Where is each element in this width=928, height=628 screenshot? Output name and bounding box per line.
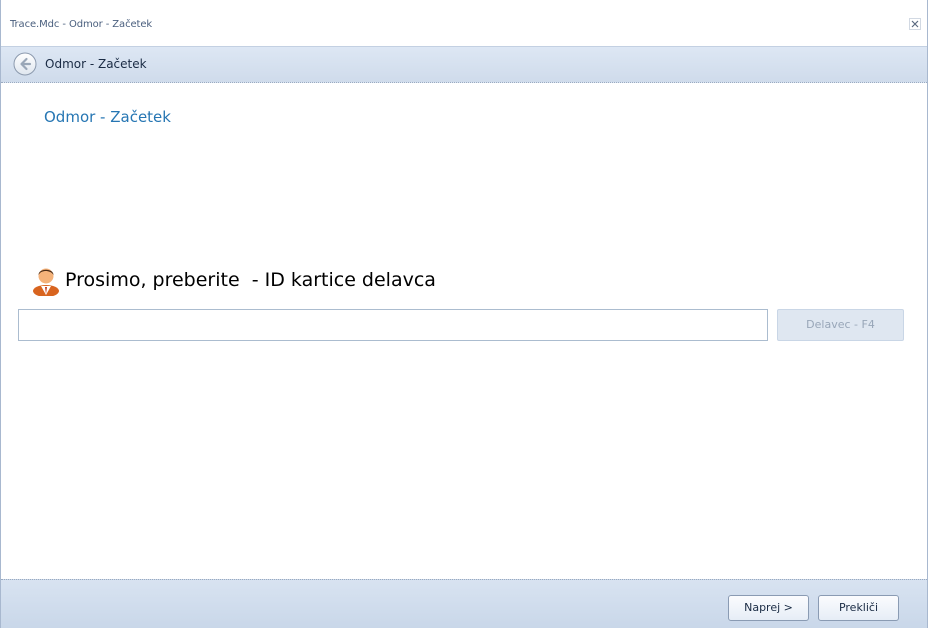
navigation-bar: Odmor - Začetek xyxy=(1,46,927,83)
title-bar: Trace.Mdc - Odmor - Začetek xyxy=(1,0,927,46)
next-button[interactable]: Naprej > xyxy=(728,595,809,621)
cancel-button[interactable]: Prekliči xyxy=(818,595,899,621)
nav-title: Odmor - Začetek xyxy=(45,57,147,71)
worker-f4-button[interactable]: Delavec - F4 xyxy=(777,309,904,341)
dialog-window: Trace.Mdc - Odmor - Začetek Odmor - Zače… xyxy=(0,0,928,628)
user-icon xyxy=(33,268,59,296)
prompt-text: Prosimo, preberite - ID kartice delavca xyxy=(65,269,436,291)
prompt-row: Prosimo, preberite - ID kartice delavca xyxy=(31,263,436,297)
footer-bar: Naprej > Prekliči xyxy=(1,579,927,628)
back-arrow-icon[interactable] xyxy=(13,52,37,76)
main-content: Odmor - Začetek Prosimo, preberite - ID … xyxy=(1,83,927,579)
window-title: Trace.Mdc - Odmor - Začetek xyxy=(10,19,153,30)
close-icon[interactable] xyxy=(909,18,921,30)
page-heading: Odmor - Začetek xyxy=(44,108,171,126)
worker-id-input[interactable] xyxy=(18,309,768,341)
